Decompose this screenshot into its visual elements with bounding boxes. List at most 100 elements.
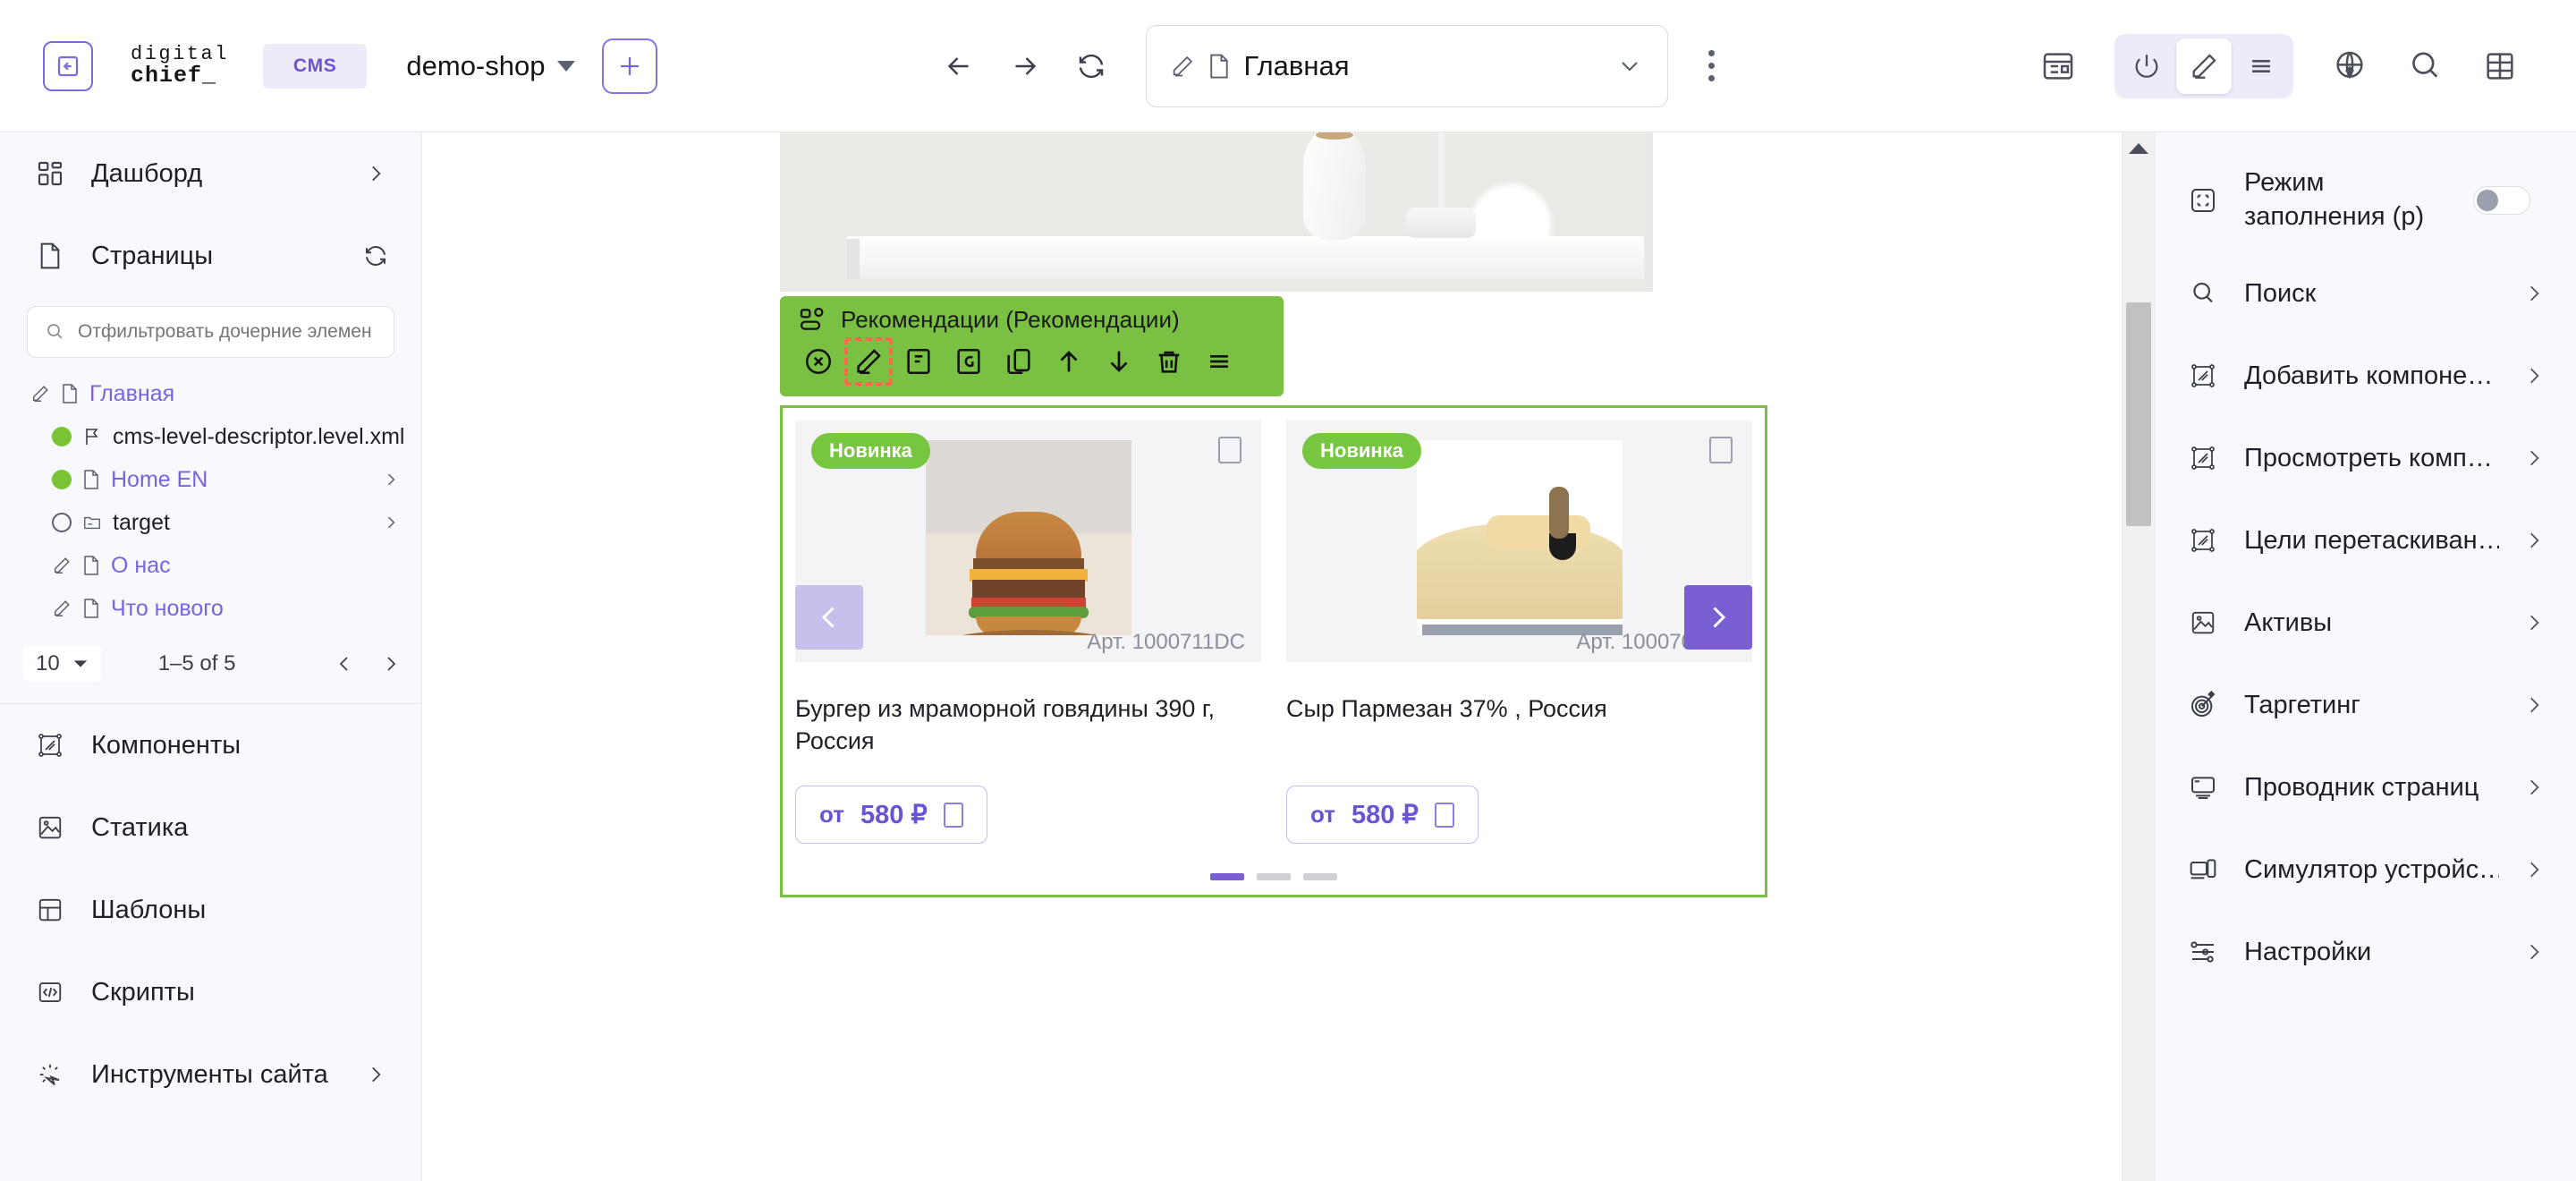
arrow-left-icon[interactable] — [926, 33, 992, 99]
top-toolbar: digital chief_ CMS demo-shop Главная — [0, 0, 2576, 132]
menu-icon[interactable] — [2233, 38, 2289, 94]
move-up-icon[interactable] — [1048, 341, 1089, 382]
document-icon — [1208, 53, 1231, 80]
right-item-targeting[interactable]: Таргетинг — [2155, 664, 2576, 746]
chevron-right-icon — [362, 162, 389, 185]
edit-icon[interactable] — [844, 337, 893, 386]
sidebar-item-templates[interactable]: Шаблоны — [0, 869, 421, 951]
sidebar-item-dashboard[interactable]: Дашборд — [0, 132, 421, 215]
right-item-assets[interactable]: Активы — [2155, 582, 2576, 664]
sidebar-item-static[interactable]: Статика — [0, 786, 421, 869]
chevron-right-icon[interactable] — [382, 471, 405, 489]
right-item-label: Настройки — [2244, 937, 2372, 966]
right-item-label: Поиск — [2244, 278, 2317, 308]
right-item-add-component[interactable]: Добавить компоне… — [2155, 335, 2576, 417]
chevron-down-icon[interactable] — [1615, 52, 1644, 81]
chevron-right-icon[interactable] — [382, 514, 405, 531]
right-item-view-components[interactable]: Просмотреть комп… — [2155, 417, 2576, 499]
component-icon — [2185, 440, 2221, 476]
refresh-icon[interactable] — [1058, 33, 1124, 99]
sidebar-item-site-tools[interactable]: Инструменты сайта — [0, 1033, 421, 1116]
page-preview-canvas[interactable]: Рекомендации (Рекомендации) Новинка Арт.… — [422, 132, 2154, 1181]
filter-children-box[interactable] — [27, 306, 394, 358]
favorite-icon[interactable] — [1218, 437, 1241, 463]
fill-mode-toggle[interactable] — [2473, 186, 2530, 215]
tree-item-o-nas[interactable]: О нас — [0, 544, 421, 587]
document-icon — [61, 383, 79, 404]
move-down-icon[interactable] — [1098, 341, 1140, 382]
component-toolbar-title: Рекомендации (Рекомендации) — [798, 305, 1269, 334]
carousel-dot[interactable] — [1303, 873, 1337, 880]
sidebar-item-pages[interactable]: Страницы — [0, 215, 421, 297]
chevron-right-icon[interactable] — [1684, 585, 1752, 650]
toolbar-right-group — [2025, 33, 2533, 99]
tree-item-cms-level-descriptor[interactable]: cms-level-descriptor.level.xml — [0, 415, 421, 458]
product-price-button[interactable]: от 580 ₽ — [795, 786, 987, 844]
chevron-right-icon — [2522, 611, 2546, 634]
cart-icon — [1434, 802, 1454, 828]
logo-line-2: chief_ — [131, 62, 217, 89]
tree-item-home-en[interactable]: Home EN — [0, 458, 421, 501]
page-path-field[interactable]: Главная — [1146, 24, 1669, 107]
tree-item-glavnaya[interactable]: Главная — [0, 372, 421, 415]
duplicate-icon[interactable] — [998, 341, 1039, 382]
right-item-search[interactable]: Поиск — [2155, 252, 2576, 335]
form-icon[interactable] — [898, 341, 939, 382]
chevron-left-icon[interactable] — [334, 653, 355, 675]
power-icon[interactable] — [2119, 38, 2174, 94]
carousel-dot[interactable] — [1257, 873, 1291, 880]
chevron-right-icon[interactable] — [380, 653, 402, 675]
filter-children-input[interactable] — [78, 321, 377, 343]
chevron-right-icon — [2522, 940, 2546, 964]
grid-icon[interactable] — [2467, 33, 2533, 99]
chevron-right-icon — [2522, 529, 2546, 552]
delete-icon[interactable] — [1148, 341, 1190, 382]
publish-globe-icon[interactable] — [2317, 33, 2383, 99]
panel-collapse-icon[interactable] — [43, 40, 93, 91]
chevron-right-icon — [2522, 364, 2546, 387]
product-card[interactable]: Новинка Арт. 1000709DC Сыр Пармезан 37% … — [1274, 408, 1765, 895]
favorite-icon[interactable] — [1709, 437, 1733, 463]
refresh-icon[interactable] — [362, 242, 389, 269]
close-icon[interactable] — [798, 341, 839, 382]
right-item-page-explorer[interactable]: Проводник страниц — [2155, 746, 2576, 828]
more-vertical-icon[interactable] — [1686, 35, 1736, 98]
layout-icon[interactable] — [2025, 33, 2091, 99]
status-badge: Новинка — [811, 433, 930, 469]
tree-item-target[interactable]: target — [0, 501, 421, 544]
chevron-left-icon[interactable] — [795, 585, 863, 650]
sidebar-item-components[interactable]: Компоненты — [0, 704, 421, 786]
right-item-fill-mode[interactable]: Режим заполнения (p) — [2155, 149, 2576, 252]
right-item-drop-targets[interactable]: Цели перетаскиван… — [2155, 499, 2576, 582]
search-icon[interactable] — [2392, 33, 2458, 99]
tree-item-chto-novogo[interactable]: Что нового — [0, 587, 421, 630]
product-card[interactable]: Новинка Арт. 1000711DC Бургер из мраморн… — [783, 408, 1274, 895]
more-icon[interactable] — [1199, 341, 1240, 382]
right-item-label: Активы — [2244, 607, 2333, 637]
pencil-icon[interactable] — [2176, 38, 2232, 94]
component-toolbar[interactable]: Рекомендации (Рекомендации) — [780, 296, 1284, 396]
page-size-select[interactable]: 10 — [23, 646, 101, 682]
tree-item-label: Что нового — [111, 595, 224, 621]
right-item-settings[interactable]: Настройки — [2155, 911, 2576, 993]
document-icon — [82, 469, 100, 490]
group-icon[interactable] — [948, 341, 989, 382]
right-item-device-simulator[interactable]: Симулятор устройс… — [2155, 828, 2576, 911]
price-value: 580 ₽ — [1351, 801, 1419, 829]
sidebar-item-label: Скрипты — [91, 977, 195, 1007]
scrollbar-thumb[interactable] — [2126, 302, 2151, 526]
pagination-range: 1–5 of 5 — [157, 651, 236, 675]
recommendations-carousel[interactable]: Новинка Арт. 1000711DC Бургер из мраморн… — [780, 405, 1767, 897]
add-button[interactable] — [602, 38, 658, 94]
component-toolbar-label: Рекомендации (Рекомендации) — [841, 305, 1180, 333]
page-size-value: 10 — [36, 651, 60, 675]
wall-panel — [1653, 132, 1767, 292]
price-prefix: от — [819, 801, 844, 828]
canvas-scrollbar[interactable] — [2122, 132, 2154, 1181]
sidebar-item-scripts[interactable]: Скрипты — [0, 951, 421, 1033]
arrow-right-icon[interactable] — [992, 33, 1058, 99]
scroll-up-arrow-icon[interactable] — [2128, 143, 2148, 154]
carousel-dot[interactable] — [1210, 873, 1244, 880]
product-price-button[interactable]: от 580 ₽ — [1286, 786, 1479, 844]
site-selector[interactable]: demo-shop — [406, 50, 576, 82]
